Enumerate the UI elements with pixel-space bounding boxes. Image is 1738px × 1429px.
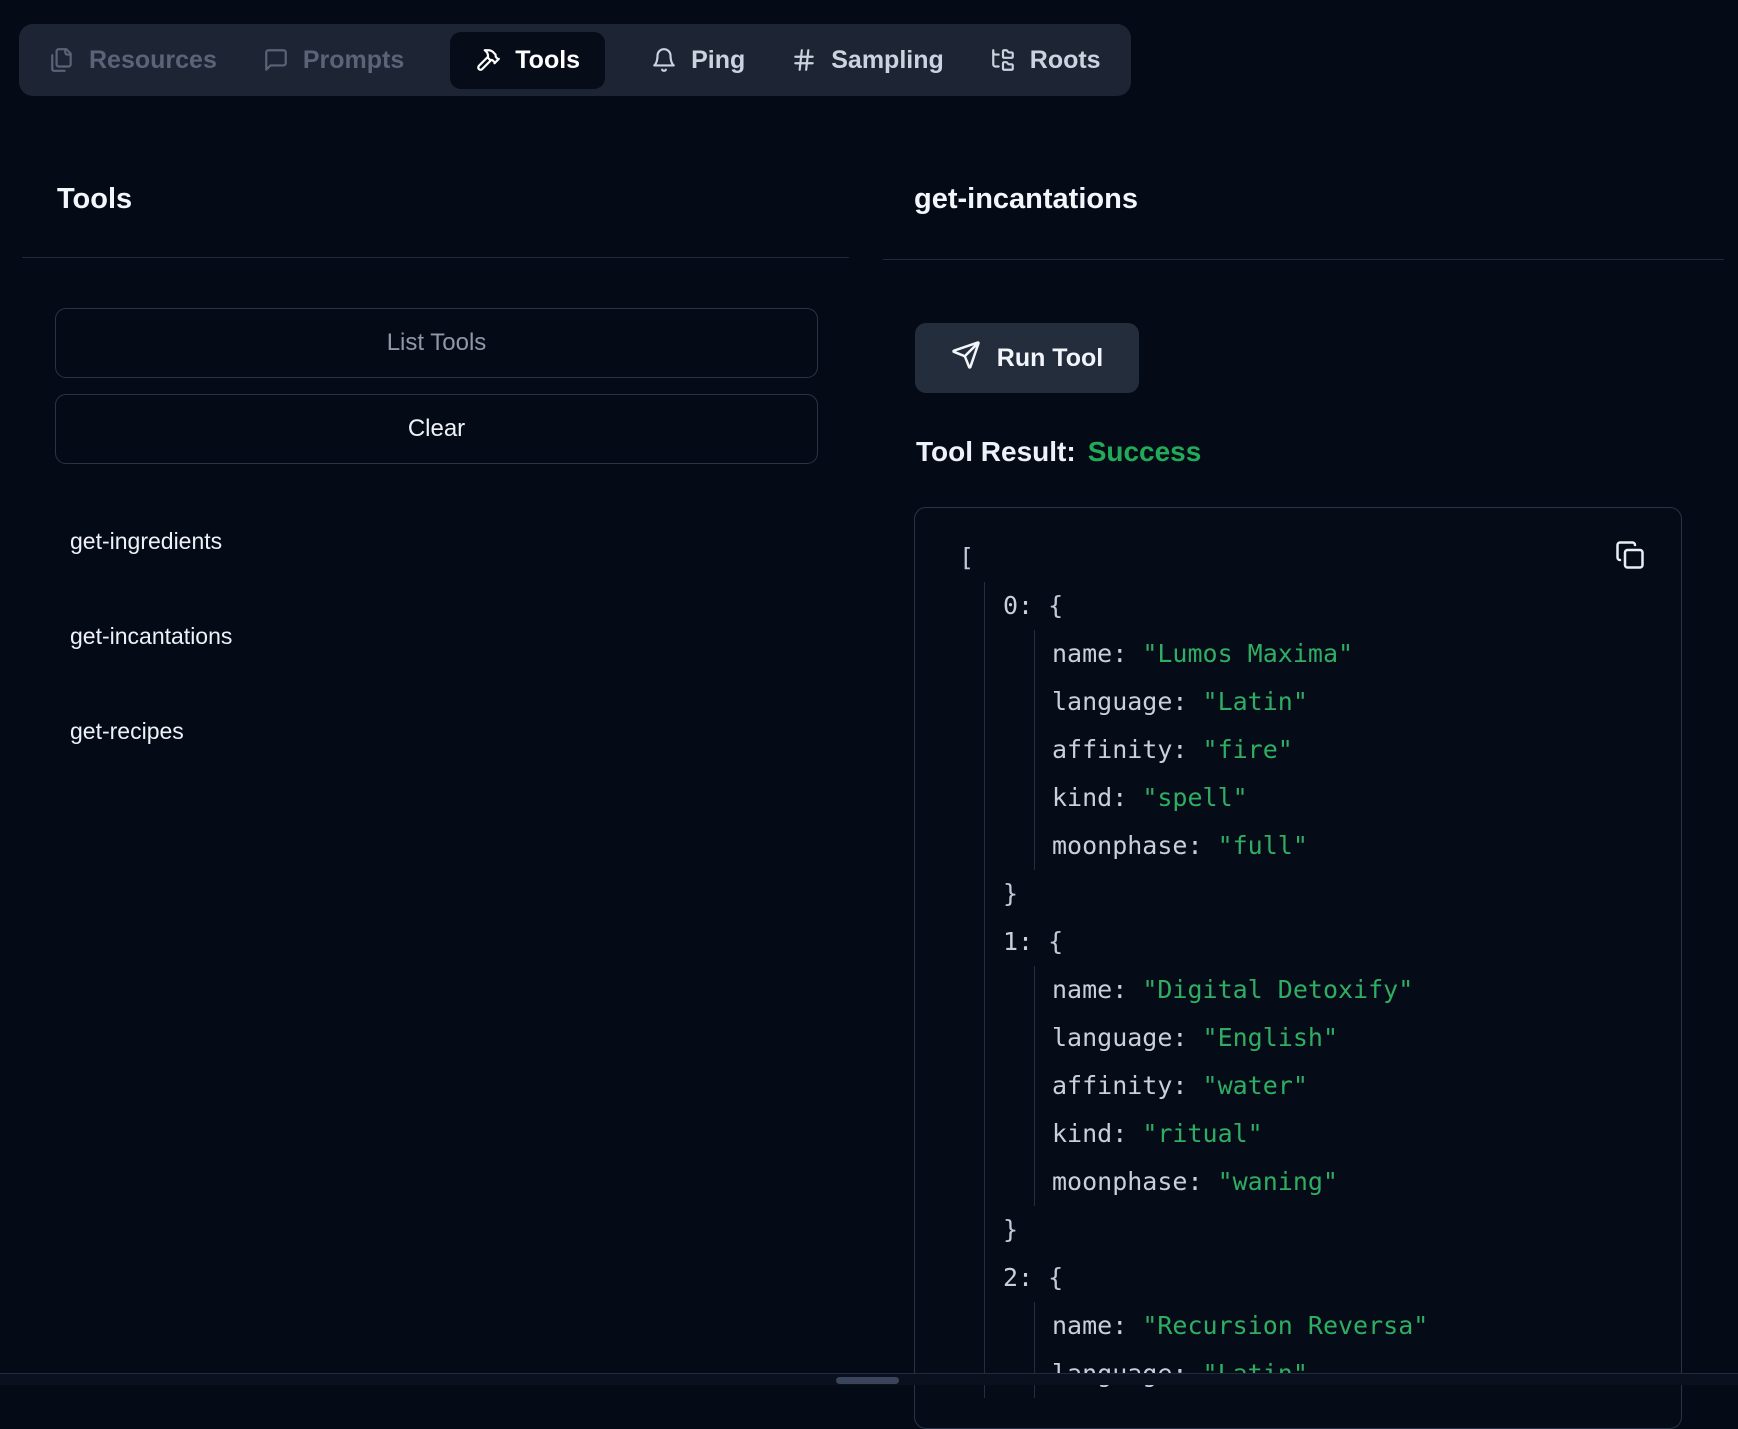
json-value: "water" <box>1203 1071 1308 1100</box>
tab-tools[interactable]: Tools <box>450 32 605 89</box>
hash-icon <box>791 47 817 73</box>
tool-list: get-ingredients get-incantations get-recip… <box>70 511 770 796</box>
json-row: 2: { <box>1003 1254 1681 1302</box>
clear-button[interactable]: Clear <box>55 394 818 464</box>
json-open-brace: { <box>1048 927 1063 956</box>
json-value: "Recursion Reversa" <box>1142 1311 1428 1340</box>
json-value: "Lumos Maxima" <box>1142 639 1353 668</box>
tab-resources[interactable]: Resources <box>49 46 217 75</box>
json-close-brace: } <box>1003 1215 1018 1244</box>
json-key: affinity: <box>1052 735 1187 764</box>
json-value: "Latin" <box>1203 687 1308 716</box>
tab-label: Roots <box>1030 46 1101 75</box>
tab-label: Sampling <box>831 46 944 75</box>
tab-ping[interactable]: Ping <box>651 46 745 75</box>
json-row: kind: "spell" <box>1052 774 1681 822</box>
json-row: 0: { <box>1003 582 1681 630</box>
json-row: [ <box>959 534 1681 582</box>
json-open-brace: { <box>1048 1263 1063 1292</box>
json-close-brace: } <box>1003 879 1018 908</box>
tool-list-item-get-ingredients[interactable]: get-ingredients <box>70 511 770 571</box>
json-row: language: "Latin" <box>1052 678 1681 726</box>
run-tool-button[interactable]: Run Tool <box>915 323 1139 393</box>
json-value: "waning" <box>1218 1167 1338 1196</box>
folder-tree-icon <box>990 47 1016 73</box>
json-row: kind: "ritual" <box>1052 1110 1681 1158</box>
json-key: moonphase: <box>1052 831 1203 860</box>
tool-list-item-get-incantations[interactable]: get-incantations <box>70 606 770 666</box>
files-icon <box>49 47 75 73</box>
tab-label: Tools <box>515 46 580 75</box>
json-row: language: "English" <box>1052 1014 1681 1062</box>
json-key: name: <box>1052 975 1127 1004</box>
tab-roots[interactable]: Roots <box>990 46 1101 75</box>
json-row: 1: { <box>1003 918 1681 966</box>
json-value: "full" <box>1218 831 1308 860</box>
json-row: } <box>1003 1206 1681 1254</box>
tab-sampling[interactable]: Sampling <box>791 46 944 75</box>
message-square-icon <box>263 47 289 73</box>
json-array-level: 0: {name: "Lumos Maxima"language: "Latin… <box>984 582 1681 1398</box>
clear-button-label: Clear <box>408 415 465 443</box>
tools-panel-title: Tools <box>57 183 132 216</box>
json-object-level: name: "Lumos Maxima"language: "Latin"aff… <box>1034 630 1681 870</box>
json-key: kind: <box>1052 1119 1127 1148</box>
json-row: moonphase: "full" <box>1052 822 1681 870</box>
json-value: "fire" <box>1203 735 1293 764</box>
selected-tool-title: get-incantations <box>914 183 1138 216</box>
json-row: moonphase: "waning" <box>1052 1158 1681 1206</box>
tab-label: Ping <box>691 46 745 75</box>
send-icon <box>951 340 981 377</box>
json-object-level: name: "Digital Detoxify"language: "Engli… <box>1034 966 1681 1206</box>
json-open-bracket: [ <box>959 543 974 572</box>
run-tool-button-label: Run Tool <box>997 344 1103 373</box>
tool-result-status: Success <box>1088 436 1202 468</box>
json-index: 0: <box>1003 591 1033 620</box>
json-tree: [0: {name: "Lumos Maxima"language: "Lati… <box>915 508 1681 1398</box>
tool-list-item-get-recipes[interactable]: get-recipes <box>70 701 770 761</box>
json-open-brace: { <box>1048 591 1063 620</box>
tab-label: Resources <box>89 46 217 75</box>
json-key: name: <box>1052 639 1127 668</box>
json-value: "Digital Detoxify" <box>1142 975 1413 1004</box>
json-index: 2: <box>1003 1263 1033 1292</box>
json-row: name: "Digital Detoxify" <box>1052 966 1681 1014</box>
tab-label: Prompts <box>303 46 404 75</box>
json-value: "English" <box>1203 1023 1338 1052</box>
json-key: name: <box>1052 1311 1127 1340</box>
json-row: affinity: "water" <box>1052 1062 1681 1110</box>
tool-result-line: Tool Result: Success <box>916 436 1201 468</box>
horizontal-scrollbar-track[interactable] <box>0 1373 1738 1385</box>
tool-panel-divider <box>883 259 1724 260</box>
json-key: language: <box>1052 1023 1187 1052</box>
tool-result-json-box: [0: {name: "Lumos Maxima"language: "Lati… <box>914 507 1682 1429</box>
json-value: "ritual" <box>1142 1119 1262 1148</box>
list-tools-button[interactable]: List Tools <box>55 308 818 378</box>
tab-bar: Resources Prompts Tools Ping Sampling Roots <box>19 24 1131 96</box>
json-row: name: "Recursion Reversa" <box>1052 1302 1681 1350</box>
json-row: name: "Lumos Maxima" <box>1052 630 1681 678</box>
json-row: affinity: "fire" <box>1052 726 1681 774</box>
json-index: 1: <box>1003 927 1033 956</box>
json-key: moonphase: <box>1052 1167 1203 1196</box>
json-row: } <box>1003 870 1681 918</box>
json-key: affinity: <box>1052 1071 1187 1100</box>
json-key: language: <box>1052 687 1187 716</box>
tool-result-label: Tool Result: <box>916 436 1076 468</box>
horizontal-scrollbar-thumb[interactable] <box>836 1377 899 1384</box>
list-tools-button-label: List Tools <box>387 329 487 357</box>
json-value: "spell" <box>1142 783 1247 812</box>
bell-icon <box>651 47 677 73</box>
tab-prompts[interactable]: Prompts <box>263 46 404 75</box>
json-key: kind: <box>1052 783 1127 812</box>
tools-panel-divider <box>22 257 849 258</box>
hammer-icon <box>475 47 501 73</box>
